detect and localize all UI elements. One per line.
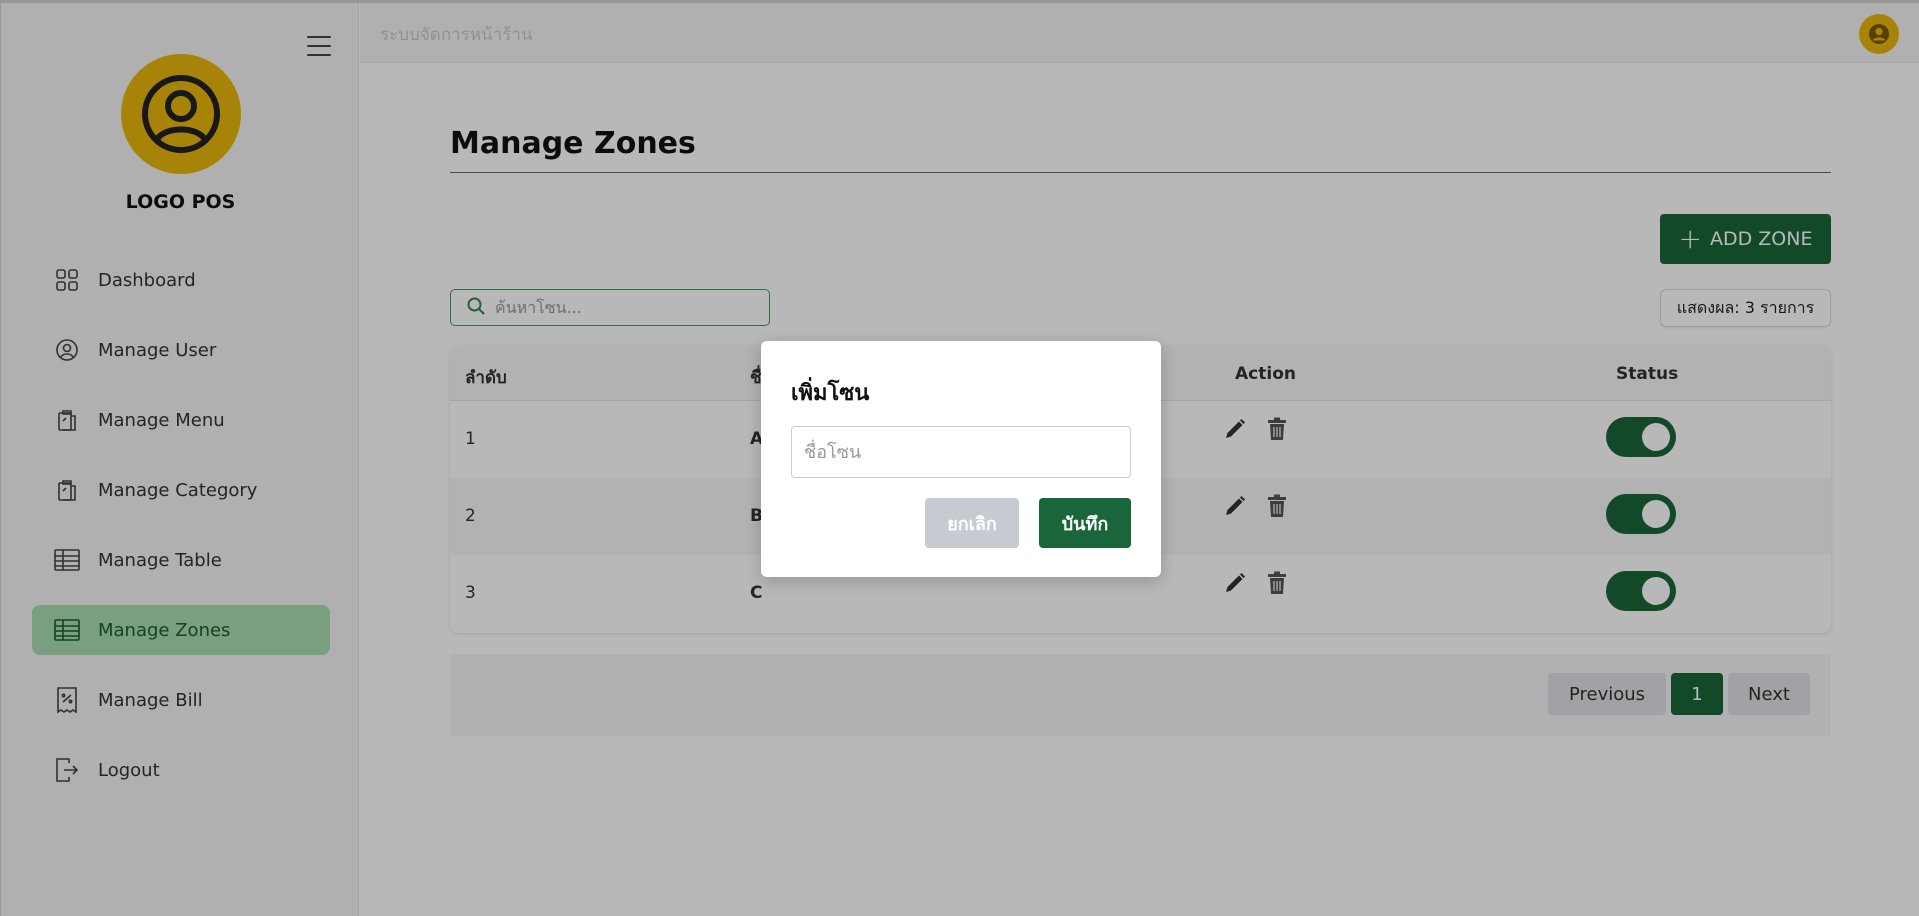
- save-button[interactable]: บันทึก: [1039, 498, 1131, 548]
- zone-name-input[interactable]: [791, 426, 1131, 478]
- add-zone-modal: เพิ่มโซน ยกเลิก บันทึก: [761, 341, 1161, 577]
- modal-title: เพิ่มโซน: [791, 381, 870, 406]
- cancel-button[interactable]: ยกเลิก: [925, 498, 1019, 548]
